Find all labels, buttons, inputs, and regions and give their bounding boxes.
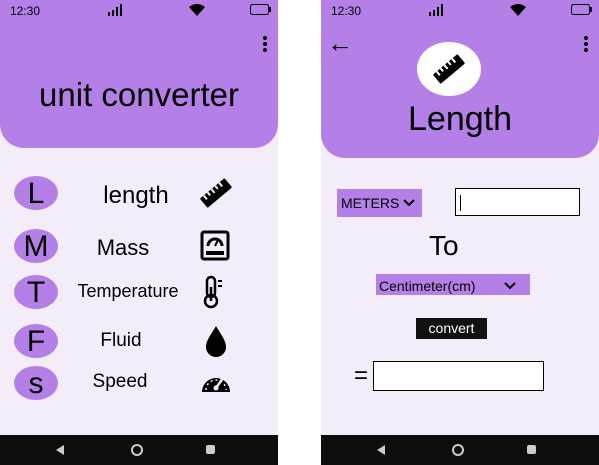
nav-recents-icon[interactable] <box>206 445 215 454</box>
from-value-input[interactable] <box>455 188 580 216</box>
unit-item-speed[interactable]: s Speed <box>0 366 278 406</box>
nav-home-icon[interactable] <box>452 444 464 456</box>
chevron-down-icon <box>504 282 516 290</box>
page-title: Length <box>408 100 512 138</box>
equals-label: = <box>354 362 369 389</box>
speedometer-icon <box>202 377 230 392</box>
nav-bar <box>0 435 278 465</box>
app-header: unit converter <box>0 22 278 148</box>
unit-letter-badge: M <box>14 229 58 263</box>
convert-button[interactable]: convert <box>416 318 487 339</box>
unit-letter-badge: F <box>14 324 58 358</box>
chevron-down-icon <box>403 199 415 207</box>
unit-label: Speed <box>92 371 148 392</box>
kebab-menu-icon[interactable] <box>262 36 268 56</box>
to-label: To <box>429 230 459 261</box>
nav-recents-icon[interactable] <box>527 445 536 454</box>
battery-icon <box>571 4 592 15</box>
status-time: 12:30 <box>10 4 41 18</box>
signal-icon <box>108 4 122 16</box>
result-output[interactable] <box>373 361 544 391</box>
unit-letter-badge: s <box>14 366 58 400</box>
unit-letter-badge: L <box>14 176 58 210</box>
app-title: unit converter <box>39 76 239 113</box>
battery-icon <box>250 4 271 15</box>
status-time: 12:30 <box>331 4 362 18</box>
ruler-icon <box>200 178 232 208</box>
status-bar: 12:30 <box>0 0 278 22</box>
from-unit-select[interactable]: METERS <box>337 189 422 217</box>
nav-back-icon[interactable] <box>56 445 64 455</box>
unit-label: length <box>103 182 169 209</box>
nav-bar <box>321 435 599 465</box>
to-unit-value: Centimeter(cm) <box>379 278 476 294</box>
unit-item-temperature[interactable]: T Temperature <box>0 275 278 315</box>
text-cursor <box>460 195 461 211</box>
wifi-icon <box>510 4 526 16</box>
scale-icon <box>200 230 230 261</box>
to-unit-select[interactable]: Centimeter(cm) <box>376 274 530 295</box>
converter-header: ← Length <box>321 22 599 158</box>
back-arrow-icon[interactable]: ← <box>327 28 353 59</box>
nav-back-icon[interactable] <box>377 445 385 455</box>
droplet-icon <box>206 326 226 357</box>
thermometer-icon <box>203 275 222 309</box>
ruler-icon-bubble <box>417 42 481 96</box>
status-bar: 12:30 <box>321 0 599 22</box>
unit-item-mass[interactable]: M Mass <box>0 229 278 269</box>
nav-home-icon[interactable] <box>131 444 143 456</box>
unit-item-fluid[interactable]: F Fluid <box>0 324 278 364</box>
unit-label: Mass <box>96 235 150 260</box>
length-converter-screen: 12:30 ← Length METERS To Centimeter(cm) … <box>321 0 599 465</box>
wifi-icon <box>189 4 205 16</box>
from-unit-value: METERS <box>341 195 400 211</box>
home-screen: 12:30 unit converter L length M Mass T T… <box>0 0 278 465</box>
unit-item-length[interactable]: L length <box>0 176 278 216</box>
kebab-menu-icon[interactable] <box>583 36 589 56</box>
unit-label: Temperature <box>77 281 179 301</box>
unit-label: Fluid <box>100 330 142 351</box>
ruler-icon <box>433 54 465 84</box>
signal-icon <box>429 4 443 16</box>
unit-letter-badge: T <box>14 275 58 309</box>
